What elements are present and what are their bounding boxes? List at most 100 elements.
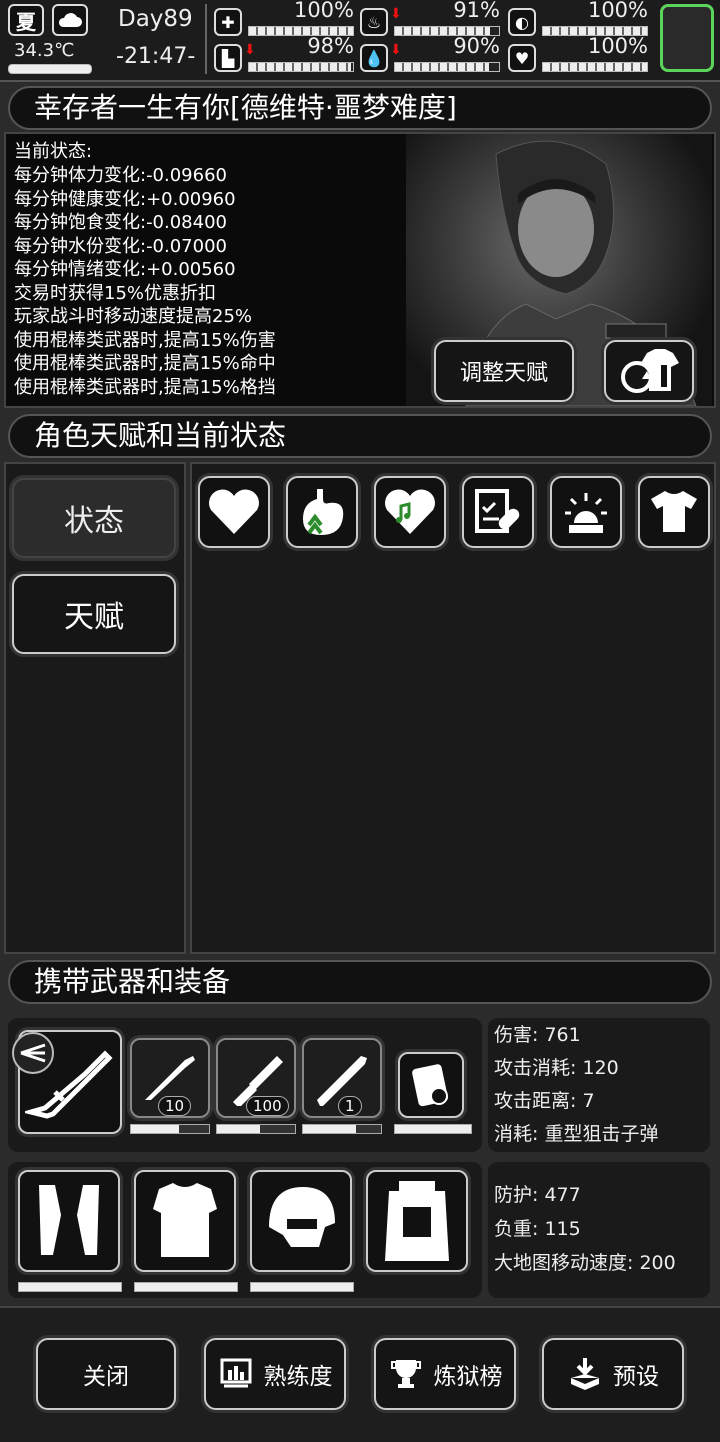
close-label: 关闭 — [83, 1364, 129, 1390]
close-button[interactable]: 关闭 — [36, 1338, 176, 1410]
stomach-icon: ♨ — [360, 8, 388, 36]
pill-icon: ◐ — [508, 8, 536, 36]
music-heart-icon[interactable] — [374, 476, 446, 548]
ammo-count: 10 — [158, 1096, 192, 1116]
mood-stat: ♥ 100% — [508, 34, 648, 72]
armor-stat-weight: 负重: 115 — [494, 1218, 581, 1240]
armor-slots — [8, 1162, 482, 1298]
status-icons-panel — [190, 462, 716, 954]
status-line: 使用棍棒类武器时,提高15%格挡 — [14, 376, 276, 398]
proficiency-label: 熟练度 — [263, 1364, 333, 1390]
season-badge: 夏 — [8, 4, 44, 36]
water-drop-icon: 💧 — [360, 44, 388, 72]
ammo-type-icon — [12, 1032, 54, 1074]
water-value: 90% — [453, 34, 500, 58]
armor-slot-body[interactable] — [134, 1170, 236, 1272]
status-heading: 当前状态: — [14, 141, 93, 162]
pill-value: 100% — [587, 0, 648, 22]
weapon-stat-attack-cost: 攻击消耗: 120 — [494, 1057, 619, 1079]
durability-bar — [130, 1124, 210, 1134]
thermometer-bar — [8, 64, 92, 74]
clock: -21:47- — [116, 44, 196, 69]
tab-status[interactable]: 状态 — [12, 478, 176, 558]
shirt-icon[interactable] — [638, 476, 710, 548]
top-status-bar: 夏 34.3℃ Day89 -21:47- ✚ 100% ♨ ⬇ 91% ◐ 1… — [0, 0, 720, 82]
change-outfit-button[interactable] — [604, 340, 694, 402]
stamina-stat: ▙ ⬇ 98% — [214, 34, 354, 72]
heart-icon: ♥ — [508, 44, 536, 72]
armor-slot-helmet[interactable] — [250, 1170, 352, 1272]
armor-stat-defense: 防护: 477 — [494, 1184, 581, 1206]
mood-bar — [542, 62, 648, 72]
durability-bar — [216, 1124, 296, 1134]
status-line: 使用棍棒类武器时,提高15%命中 — [14, 353, 276, 374]
status-line: 使用棍棒类武器时,提高15%伤害 — [14, 329, 276, 351]
health-kit-value: 100% — [293, 0, 354, 22]
durability-bar — [134, 1282, 238, 1292]
ranking-button[interactable]: 炼狱榜 — [374, 1338, 516, 1410]
ranking-label: 炼狱榜 — [433, 1364, 503, 1390]
preset-label: 预设 — [613, 1364, 659, 1390]
water-stat: 💧 ⬇ 90% — [360, 34, 500, 72]
temperature-label: 34.3℃ — [14, 40, 75, 61]
day-counter: Day89 — [118, 6, 193, 32]
durability-bar — [250, 1282, 354, 1292]
menu-slot-button[interactable] — [660, 4, 714, 72]
preset-button[interactable]: 预设 — [542, 1338, 684, 1410]
tab-talent[interactable]: 天赋 — [12, 574, 176, 654]
gloves-icon — [39, 1185, 99, 1255]
heart-icon[interactable] — [198, 476, 270, 548]
adjust-talent-button[interactable]: 调整天赋 — [434, 340, 574, 402]
proficiency-button[interactable]: 熟练度 — [204, 1338, 346, 1410]
status-line: 每分钟水份变化:-0.07000 — [14, 235, 227, 257]
stomach-value: 91% — [453, 0, 500, 22]
armor-stats-panel: 防护: 477 负重: 115 大地图移动速度: 200 — [488, 1162, 710, 1298]
status-line: 每分钟情绪变化:+0.00560 — [14, 259, 236, 280]
status-panel: 当前状态: 每分钟体力变化:-0.09660 每分钟健康变化:+0.00960 … — [4, 132, 716, 408]
weapon-stat-ammo: 消耗: 重型狙击子弹 — [494, 1123, 659, 1145]
stamina-bar — [248, 62, 354, 72]
talents-section-title: 角色天赋和当前状态 — [8, 414, 712, 458]
body-armor-icon — [153, 1183, 217, 1257]
durability-bar — [18, 1282, 122, 1292]
armor-slot-gloves[interactable] — [18, 1170, 120, 1272]
preset-download-icon — [571, 1358, 599, 1390]
divider — [205, 4, 207, 74]
status-line: 玩家战斗时移动速度提高25% — [14, 306, 253, 327]
stamina-value: 98% — [307, 34, 354, 58]
boot-icon: ▙ — [214, 44, 242, 72]
pill-stat: ◐ 100% — [508, 0, 648, 36]
stomach-icon[interactable] — [286, 476, 358, 548]
alarm-light-icon[interactable] — [550, 476, 622, 548]
status-line: 交易时获得15%优惠折扣 — [14, 282, 217, 304]
status-line: 每分钟饱食变化:-0.08400 — [14, 212, 227, 233]
outfit-swap-icon — [621, 349, 679, 393]
backpack-icon — [385, 1181, 449, 1261]
armor-slot-backpack[interactable] — [366, 1170, 468, 1272]
weapon-stat-range: 攻击距离: 7 — [494, 1090, 595, 1112]
weapon-slots: 10 100 1 — [8, 1018, 482, 1152]
helmet-icon — [269, 1187, 335, 1247]
weapon-slot-5[interactable] — [398, 1052, 464, 1118]
status-line: 每分钟健康变化:+0.00960 — [14, 188, 236, 210]
clipboard-pill-icon[interactable] — [462, 476, 534, 548]
durability-bar — [302, 1124, 382, 1134]
tab-column: 状态 天赋 — [4, 462, 186, 954]
status-line: 每分钟体力变化:-0.09660 — [14, 165, 227, 186]
weapon-stat-damage: 伤害: 761 — [494, 1024, 581, 1046]
medkit-icon: ✚ — [214, 8, 242, 36]
weapon-stats-panel: 伤害: 761 攻击消耗: 120 攻击距离: 7 消耗: 重型狙击子弹 — [488, 1018, 710, 1152]
ammo-count: 100 — [246, 1096, 289, 1116]
equipment-section-title: 携带武器和装备 — [8, 960, 712, 1004]
health-kit-stat: ✚ 100% — [214, 0, 354, 36]
water-bar — [394, 62, 500, 72]
ammo-count: 1 — [338, 1096, 362, 1116]
stomach-stat: ♨ ⬇ 91% — [360, 0, 500, 36]
trophy-icon — [390, 1360, 421, 1388]
durability-bar — [394, 1124, 472, 1134]
mood-value: 100% — [587, 34, 648, 58]
proficiency-icon — [220, 1358, 251, 1388]
character-title: 幸存者一生有你[德维特·噩梦难度] — [8, 86, 712, 130]
cloud-icon — [52, 4, 88, 36]
bottom-nav: 关闭 熟练度 炼狱榜 预设 — [0, 1306, 720, 1442]
